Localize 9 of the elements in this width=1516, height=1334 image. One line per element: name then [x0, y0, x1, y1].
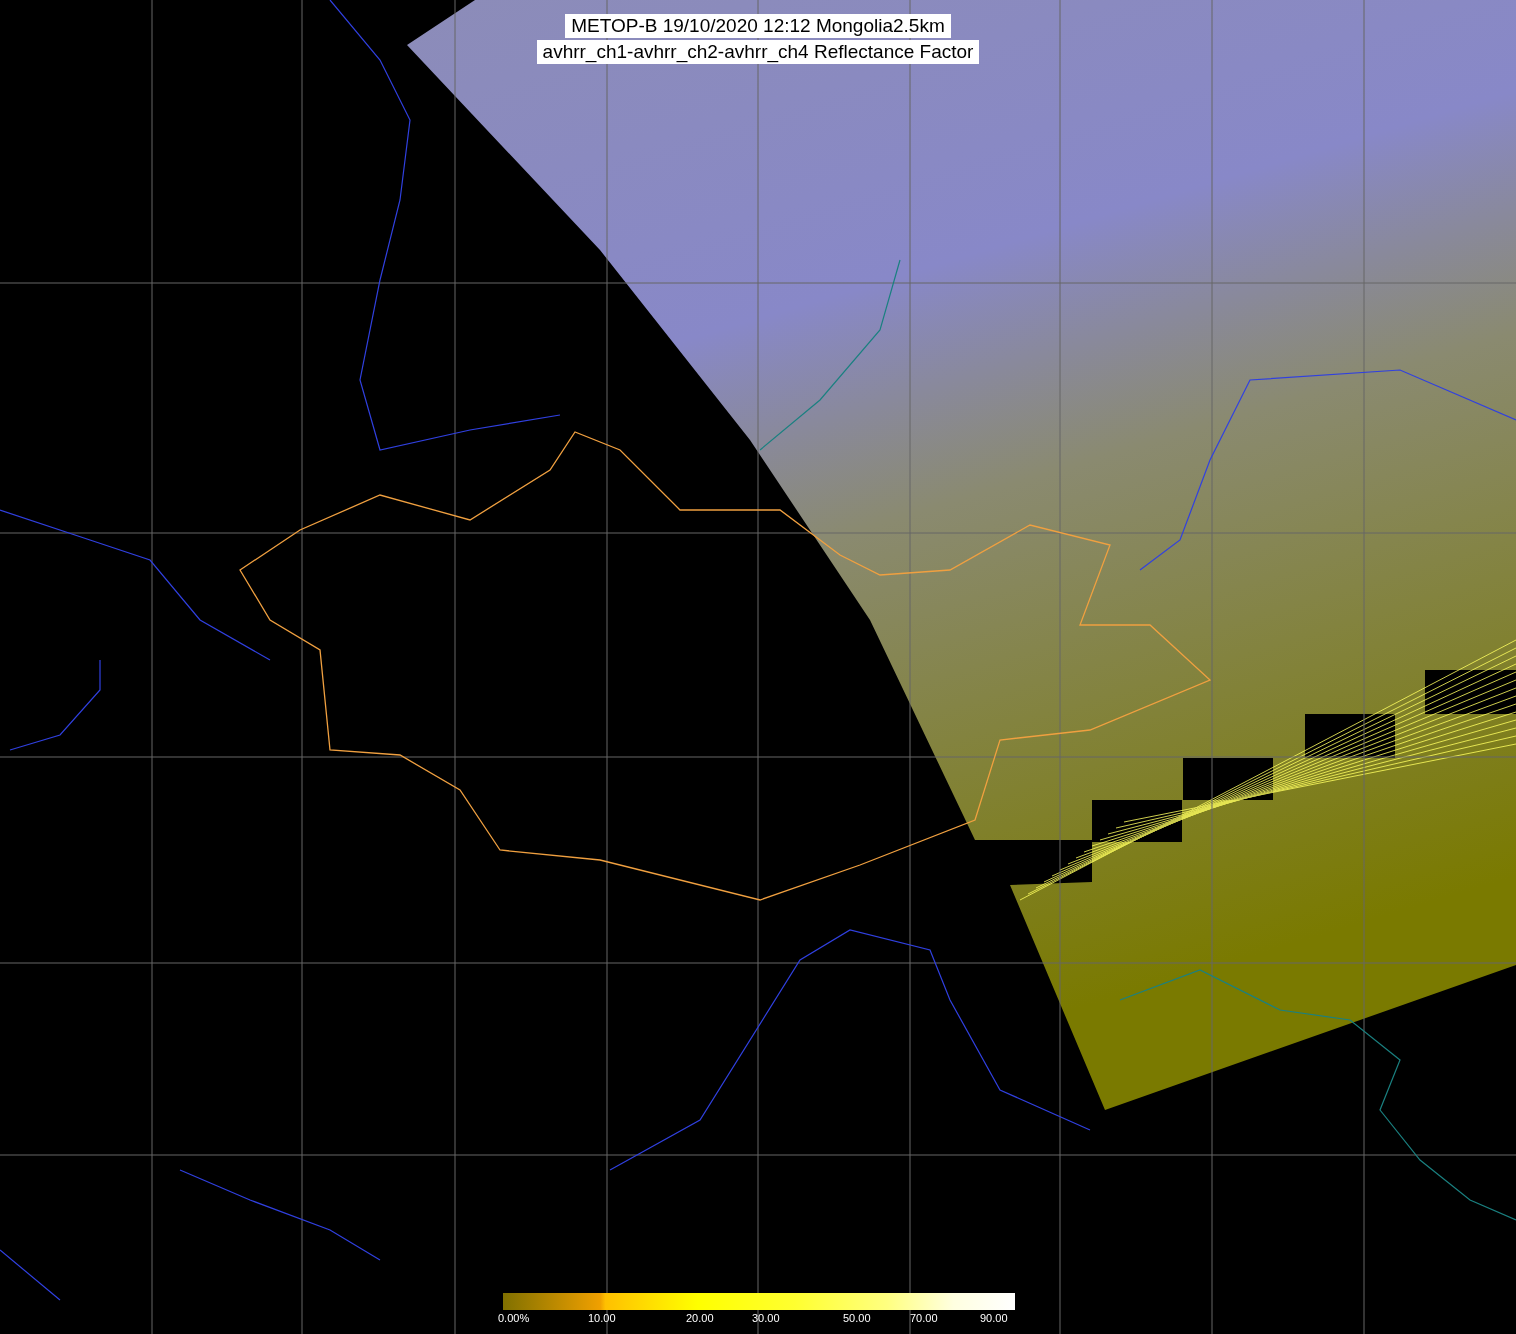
- color-scale-label: 50.00: [843, 1312, 871, 1324]
- color-scale-label: 30.00: [752, 1312, 780, 1324]
- color-scale-label: 20.00: [686, 1312, 714, 1324]
- color-scale-label: 10.00: [588, 1312, 616, 1324]
- map-title: METOP-B 19/10/2020 12:12 Mongolia2.5km: [565, 14, 951, 38]
- map-subtitle: avhrr_ch1-avhrr_ch2-avhrr_ch4 Reflectance Factor: [536, 40, 980, 64]
- color-scale-label: 0.00%: [498, 1312, 530, 1324]
- color-scale-label: 90.00: [980, 1312, 1008, 1324]
- color-scale-label: 70.00: [910, 1312, 938, 1324]
